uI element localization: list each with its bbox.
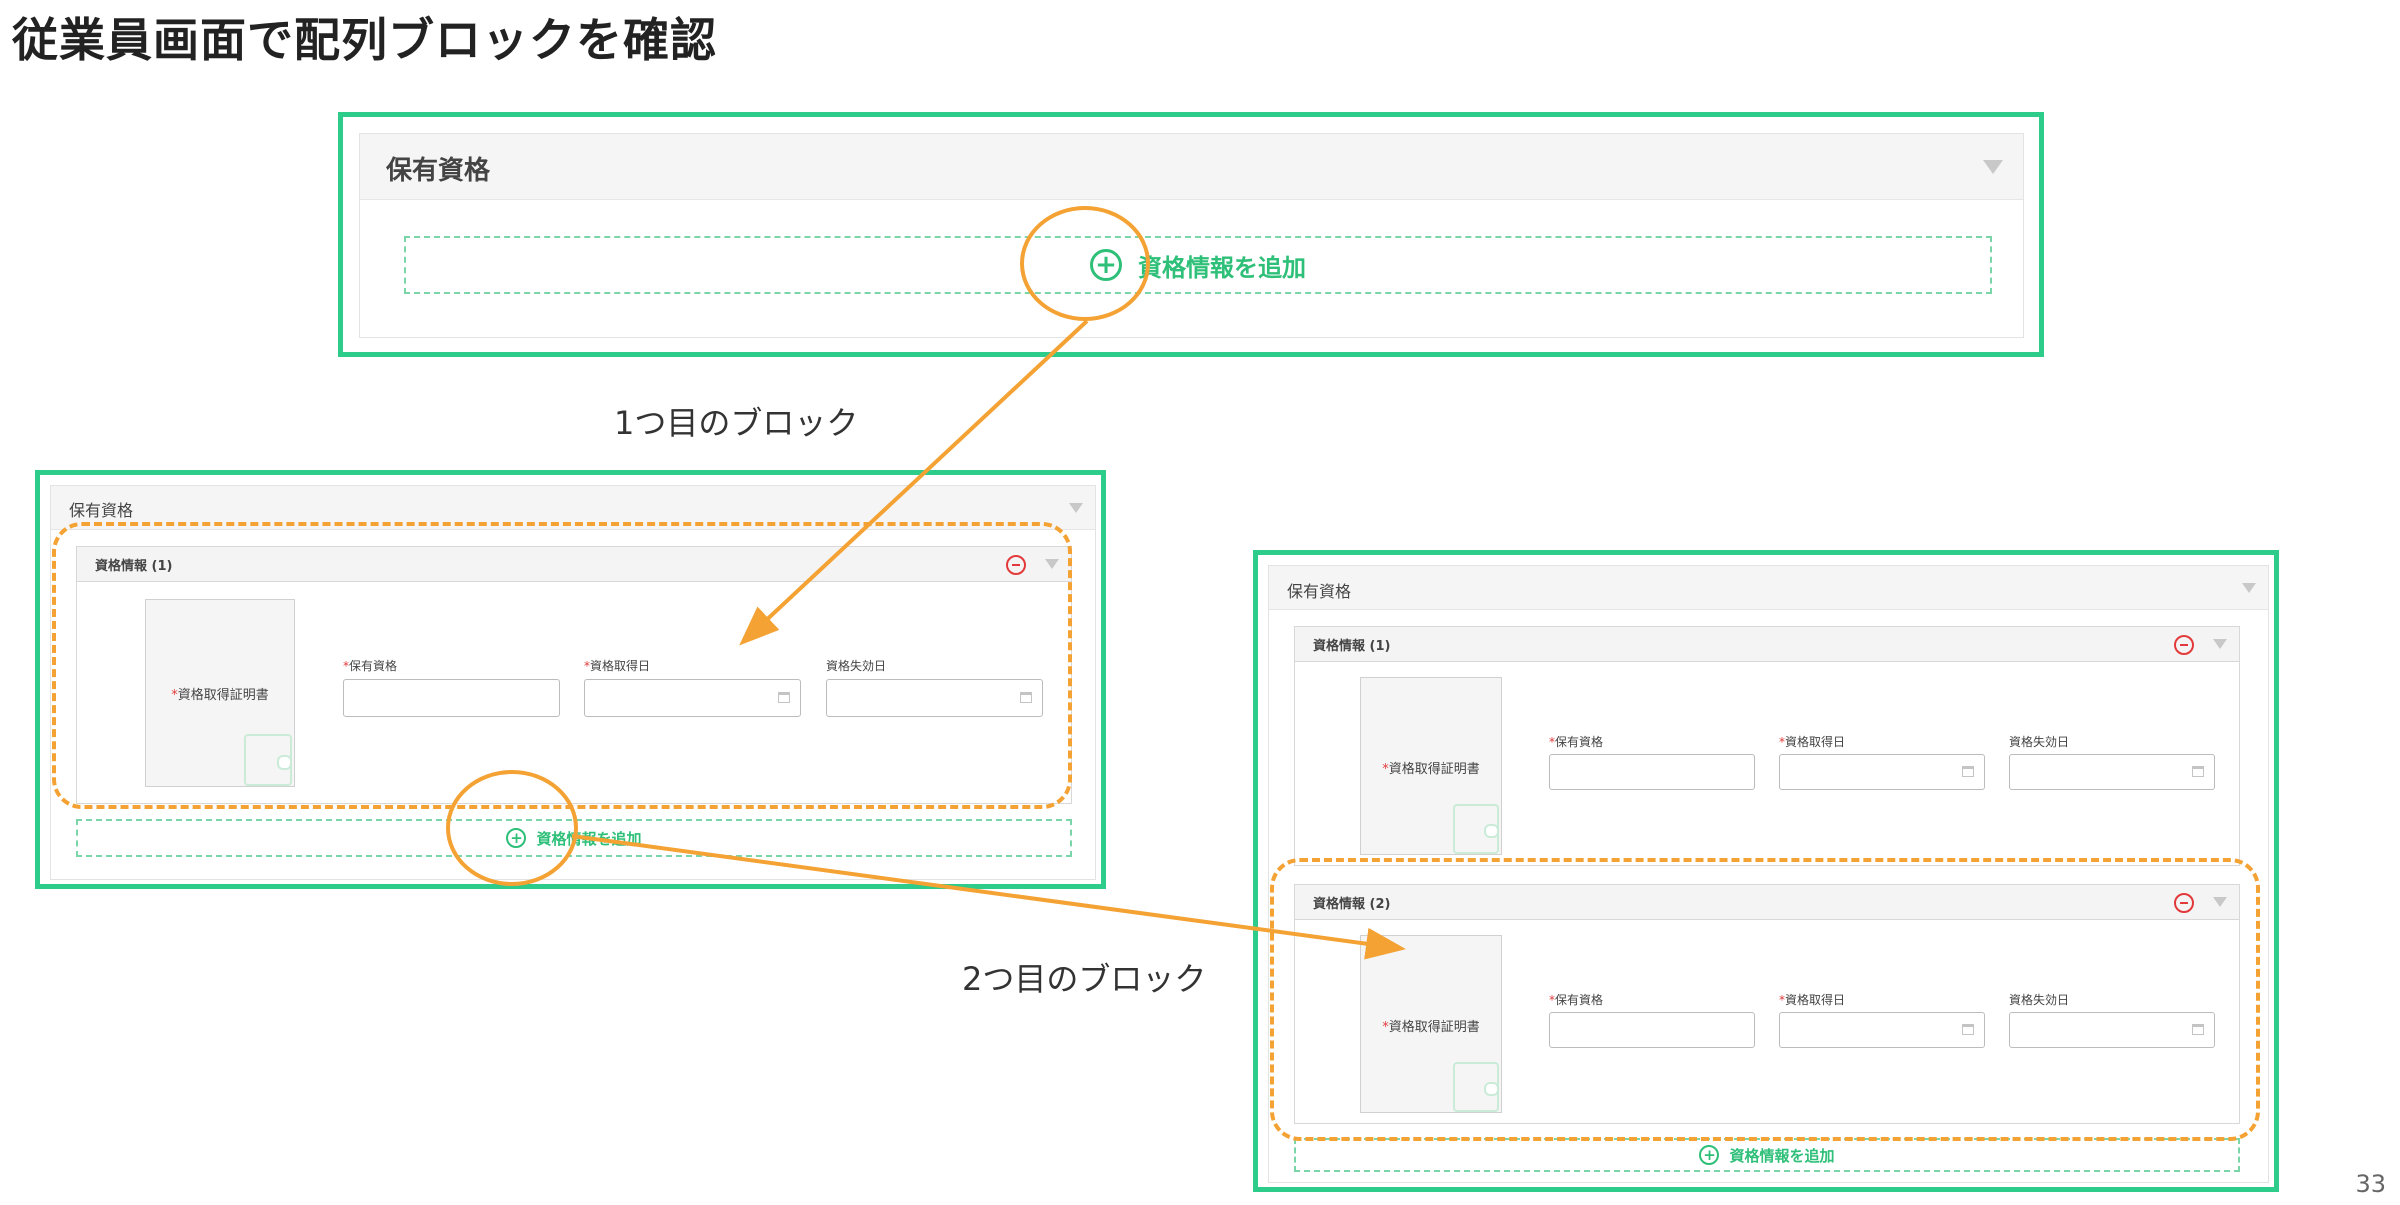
arrow-to-second-block <box>571 834 1406 960</box>
arrow-to-first-block <box>739 319 1089 646</box>
page-number: 33 <box>2355 1170 2386 1198</box>
annotation-arrows <box>571 319 1406 960</box>
